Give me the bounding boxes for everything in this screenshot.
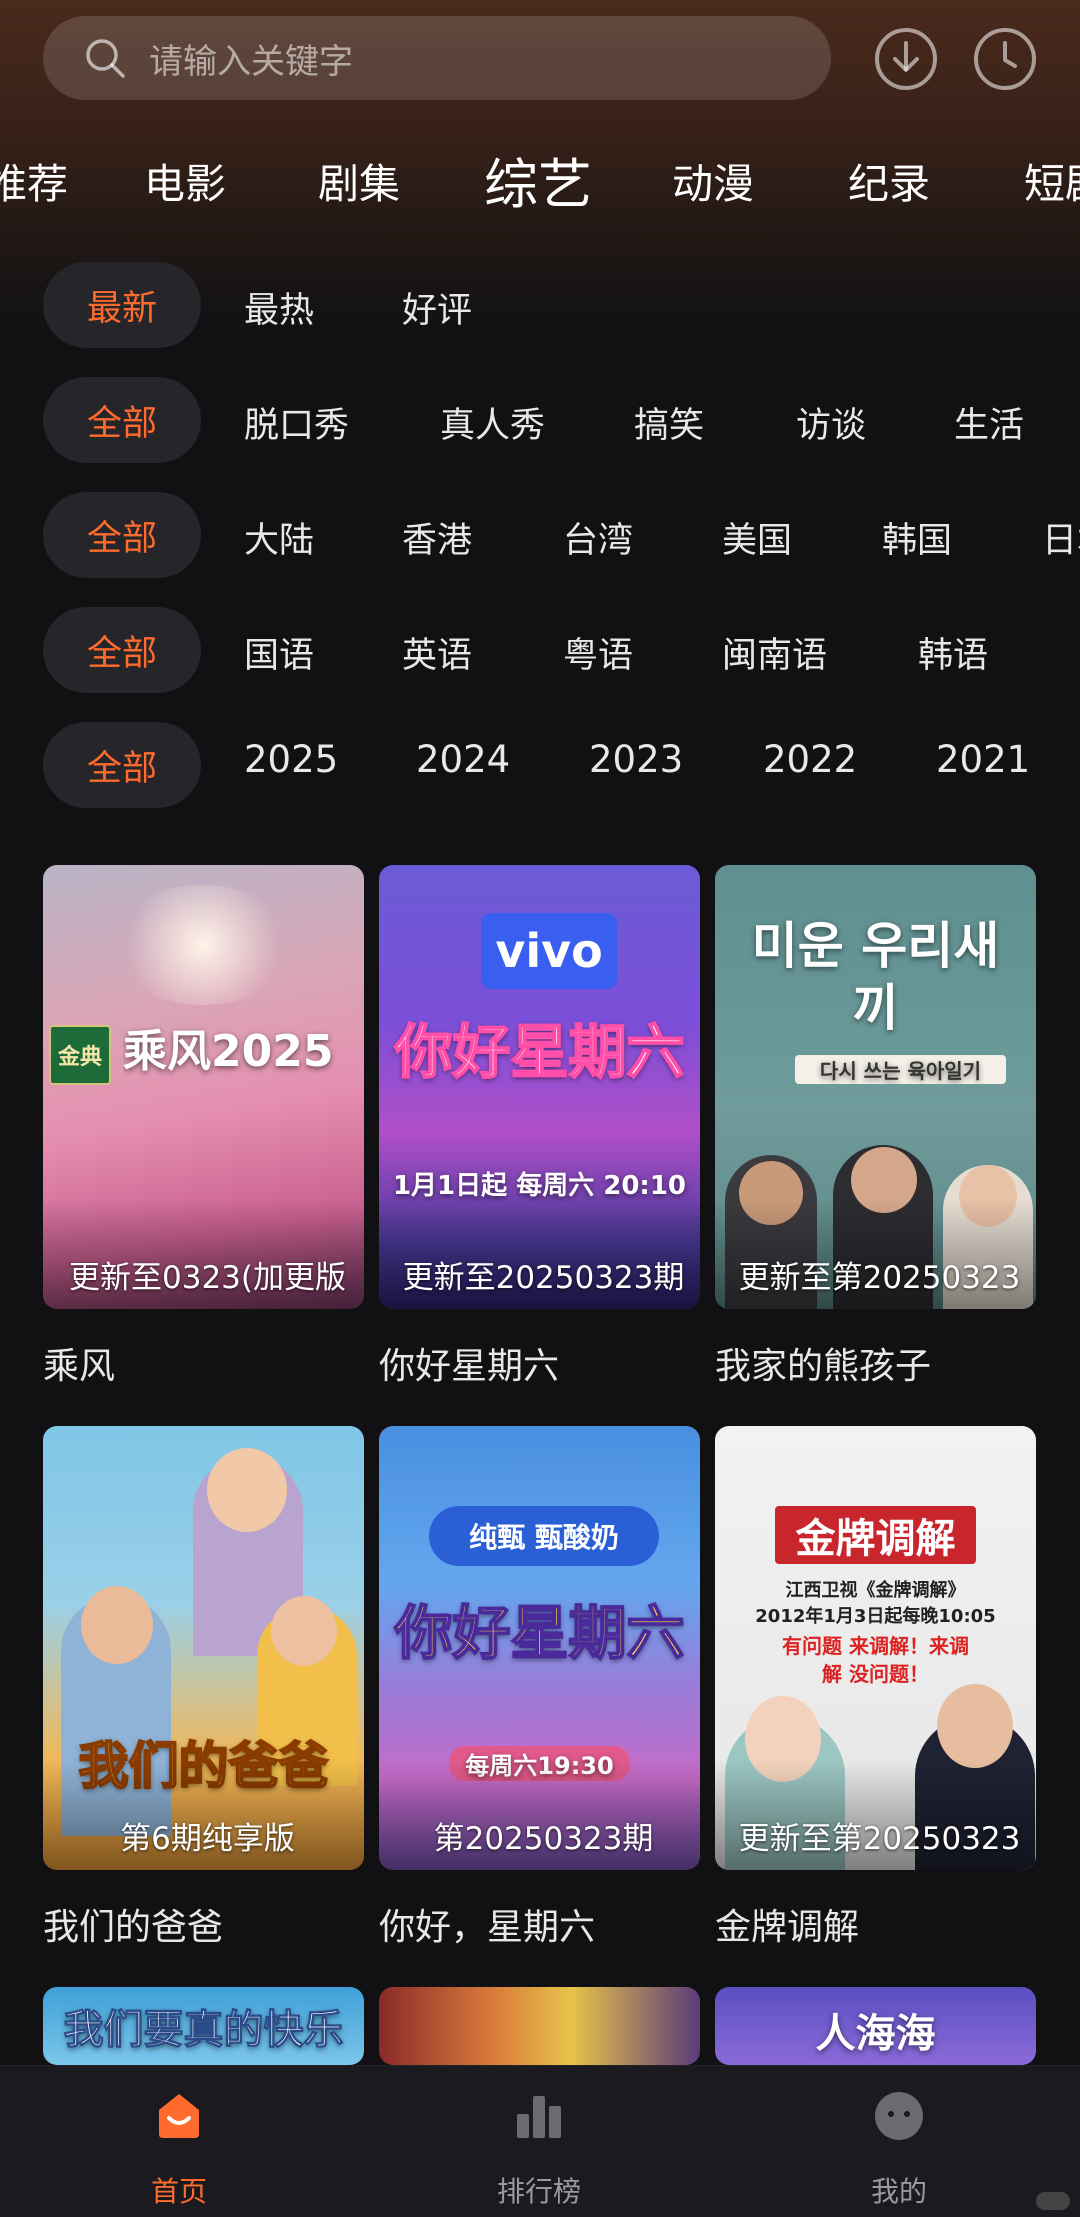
poster-title: 你好星期六 <box>393 1017 685 1087</box>
filter-row-year: 全部 2025 2024 2023 2022 2021 <box>0 722 1080 810</box>
filter-option[interactable]: 日本 <box>1042 512 1080 563</box>
filter-option[interactable]: 韩国 <box>882 512 952 563</box>
filter-option[interactable]: 脱口秀 <box>244 397 349 448</box>
poster-subtitle: 1月1日起 每周六 20:10 <box>392 1171 687 1201</box>
category-tabs: 推荐 电影 剧集 综艺 动漫 纪录 短剧 <box>0 140 1080 220</box>
tab-recommend[interactable]: 推荐 <box>0 150 68 210</box>
filter-option[interactable]: 2023 <box>589 738 683 781</box>
poster-subtitle: 2012年1月3日起每晚10:05 <box>755 1606 996 1627</box>
show-poster[interactable]: vivo 你好星期六 1月1日起 每周六 20:10 更新至20250323期 <box>379 865 700 1309</box>
poster-title: 金牌调解 <box>775 1506 976 1564</box>
filter-row-region: 全部 大陆 香港 台湾 美国 韩国 日本 <box>0 492 1080 580</box>
search-bar-row: 请输入关键字 <box>0 14 1080 104</box>
sponsor-badge: vivo <box>481 913 617 989</box>
search-input[interactable]: 请输入关键字 <box>43 16 831 100</box>
show-poster[interactable] <box>379 1987 700 2065</box>
update-status: 更新至第20250323 <box>738 1821 1021 1857</box>
filter-option[interactable]: 国语 <box>244 627 314 678</box>
poster-title: 你好星期六 <box>393 1598 685 1668</box>
tab-home[interactable]: 首页 <box>79 2066 279 2217</box>
update-status: 更新至第20250323 <box>738 1260 1021 1296</box>
show-poster[interactable]: 纯甄 甄酸奶 你好星期六 每周六19:30 第20250323期 <box>379 1426 700 1870</box>
poster-title: 我们要真的快乐 <box>63 2007 344 2054</box>
poster-title: 乘风2025 <box>123 1026 334 1077</box>
filter-option[interactable]: 2022 <box>763 738 857 781</box>
download-icon[interactable] <box>873 26 939 92</box>
show-title[interactable]: 你好，星期六 <box>379 1898 595 1950</box>
poster-title: 미운 우리새끼 <box>751 917 1000 1037</box>
tab-label: 我的 <box>870 2175 927 2208</box>
filter-chip-selected[interactable]: 全部 <box>43 722 201 808</box>
update-status: 第6期纯享版 <box>120 1821 295 1857</box>
tab-label: 排行榜 <box>496 2175 581 2208</box>
show-title[interactable]: 乘风 <box>43 1337 115 1389</box>
tab-anime[interactable]: 动漫 <box>672 150 754 210</box>
poster-title: 人海海 <box>815 2011 936 2057</box>
brand-badge: 金典 <box>49 1025 111 1085</box>
ranking-icon <box>517 2096 561 2138</box>
filter-option[interactable]: 最热 <box>244 282 314 333</box>
filter-chip-selected[interactable]: 全部 <box>43 377 201 463</box>
show-poster[interactable]: 金牌调解 江西卫视《金牌调解》 2012年1月3日起每晚10:05 有问题 来调… <box>715 1426 1036 1870</box>
filter-chip-selected[interactable]: 全部 <box>43 607 201 693</box>
filter-option[interactable]: 韩语 <box>918 627 988 678</box>
tab-documentary[interactable]: 纪录 <box>848 150 930 210</box>
show-poster[interactable]: 我们要真的快乐 <box>43 1987 364 2065</box>
filter-row-sort: 最新 最热 好评 <box>0 262 1080 350</box>
search-placeholder: 请输入关键字 <box>149 41 353 82</box>
filter-option[interactable]: 美国 <box>722 512 792 563</box>
sponsor-badge: 纯甄 甄酸奶 <box>429 1506 659 1566</box>
show-poster[interactable]: 我们的爸爸 第6期纯享版 <box>43 1426 364 1870</box>
tab-series[interactable]: 剧集 <box>318 150 400 210</box>
show-title[interactable]: 我们的爸爸 <box>43 1898 223 1950</box>
update-status: 第20250323期 <box>433 1821 654 1857</box>
filter-option[interactable]: 真人秀 <box>440 397 545 448</box>
show-poster[interactable]: 金典 乘风2025 更新至0323(加更版 <box>43 865 364 1309</box>
tab-label: 首页 <box>150 2175 207 2208</box>
filter-option[interactable]: 2021 <box>936 738 1030 781</box>
filter-option[interactable]: 香港 <box>402 512 472 563</box>
poster-subtitle: 江西卫视《金牌调解》 <box>785 1580 966 1601</box>
show-poster[interactable]: 人海海 <box>715 1987 1036 2065</box>
show-title[interactable]: 我家的熊孩子 <box>715 1337 931 1389</box>
filter-row-type: 全部 脱口秀 真人秀 搞笑 访谈 生活 <box>0 377 1080 465</box>
filter-option[interactable]: 闽南语 <box>722 627 827 678</box>
show-title[interactable]: 你好星期六 <box>379 1337 559 1389</box>
update-status: 更新至20250323期 <box>402 1260 685 1296</box>
filter-chip-selected[interactable]: 最新 <box>43 262 201 348</box>
tab-variety[interactable]: 综艺 <box>484 140 592 219</box>
filter-option[interactable]: 访谈 <box>796 397 866 448</box>
bottom-tab-bar: 首页 排行榜 我的 <box>0 2065 1080 2217</box>
tab-movies[interactable]: 电影 <box>144 150 226 210</box>
update-status: 更新至0323(加更版 <box>69 1260 346 1296</box>
filter-chip-selected[interactable]: 全部 <box>43 492 201 578</box>
filter-option[interactable]: 英语 <box>402 627 472 678</box>
search-icon <box>86 39 125 78</box>
filter-option[interactable]: 好评 <box>402 282 472 333</box>
filter-option[interactable]: 2024 <box>416 738 510 781</box>
home-icon <box>159 2094 199 2138</box>
history-icon[interactable] <box>972 26 1038 92</box>
show-poster[interactable]: 미운 우리새끼 다시 쓰는 육아일기 更新至第20250323 <box>715 865 1036 1309</box>
show-title[interactable]: 金牌调解 <box>715 1898 859 1950</box>
filter-option[interactable]: 台湾 <box>563 512 633 563</box>
filter-option[interactable]: 搞笑 <box>634 397 704 448</box>
poster-slogan: 有问题 来调解！来调解 没问题！ <box>782 1634 969 1686</box>
poster-subtitle: 다시 쓰는 육아일기 <box>795 1055 1006 1084</box>
filter-option[interactable]: 大陆 <box>244 512 314 563</box>
tab-ranking[interactable]: 排行榜 <box>439 2066 639 2217</box>
tab-profile[interactable]: 我的 <box>799 2066 999 2217</box>
tab-short-drama[interactable]: 短剧 <box>1024 150 1080 210</box>
filter-option[interactable]: 生活 <box>954 397 1024 448</box>
filter-option[interactable]: 2025 <box>244 738 338 781</box>
profile-icon <box>875 2092 923 2140</box>
filter-row-language: 全部 国语 英语 粤语 闽南语 韩语 <box>0 607 1080 695</box>
corner-indicator <box>1036 2192 1070 2210</box>
filter-option[interactable]: 粤语 <box>563 627 633 678</box>
